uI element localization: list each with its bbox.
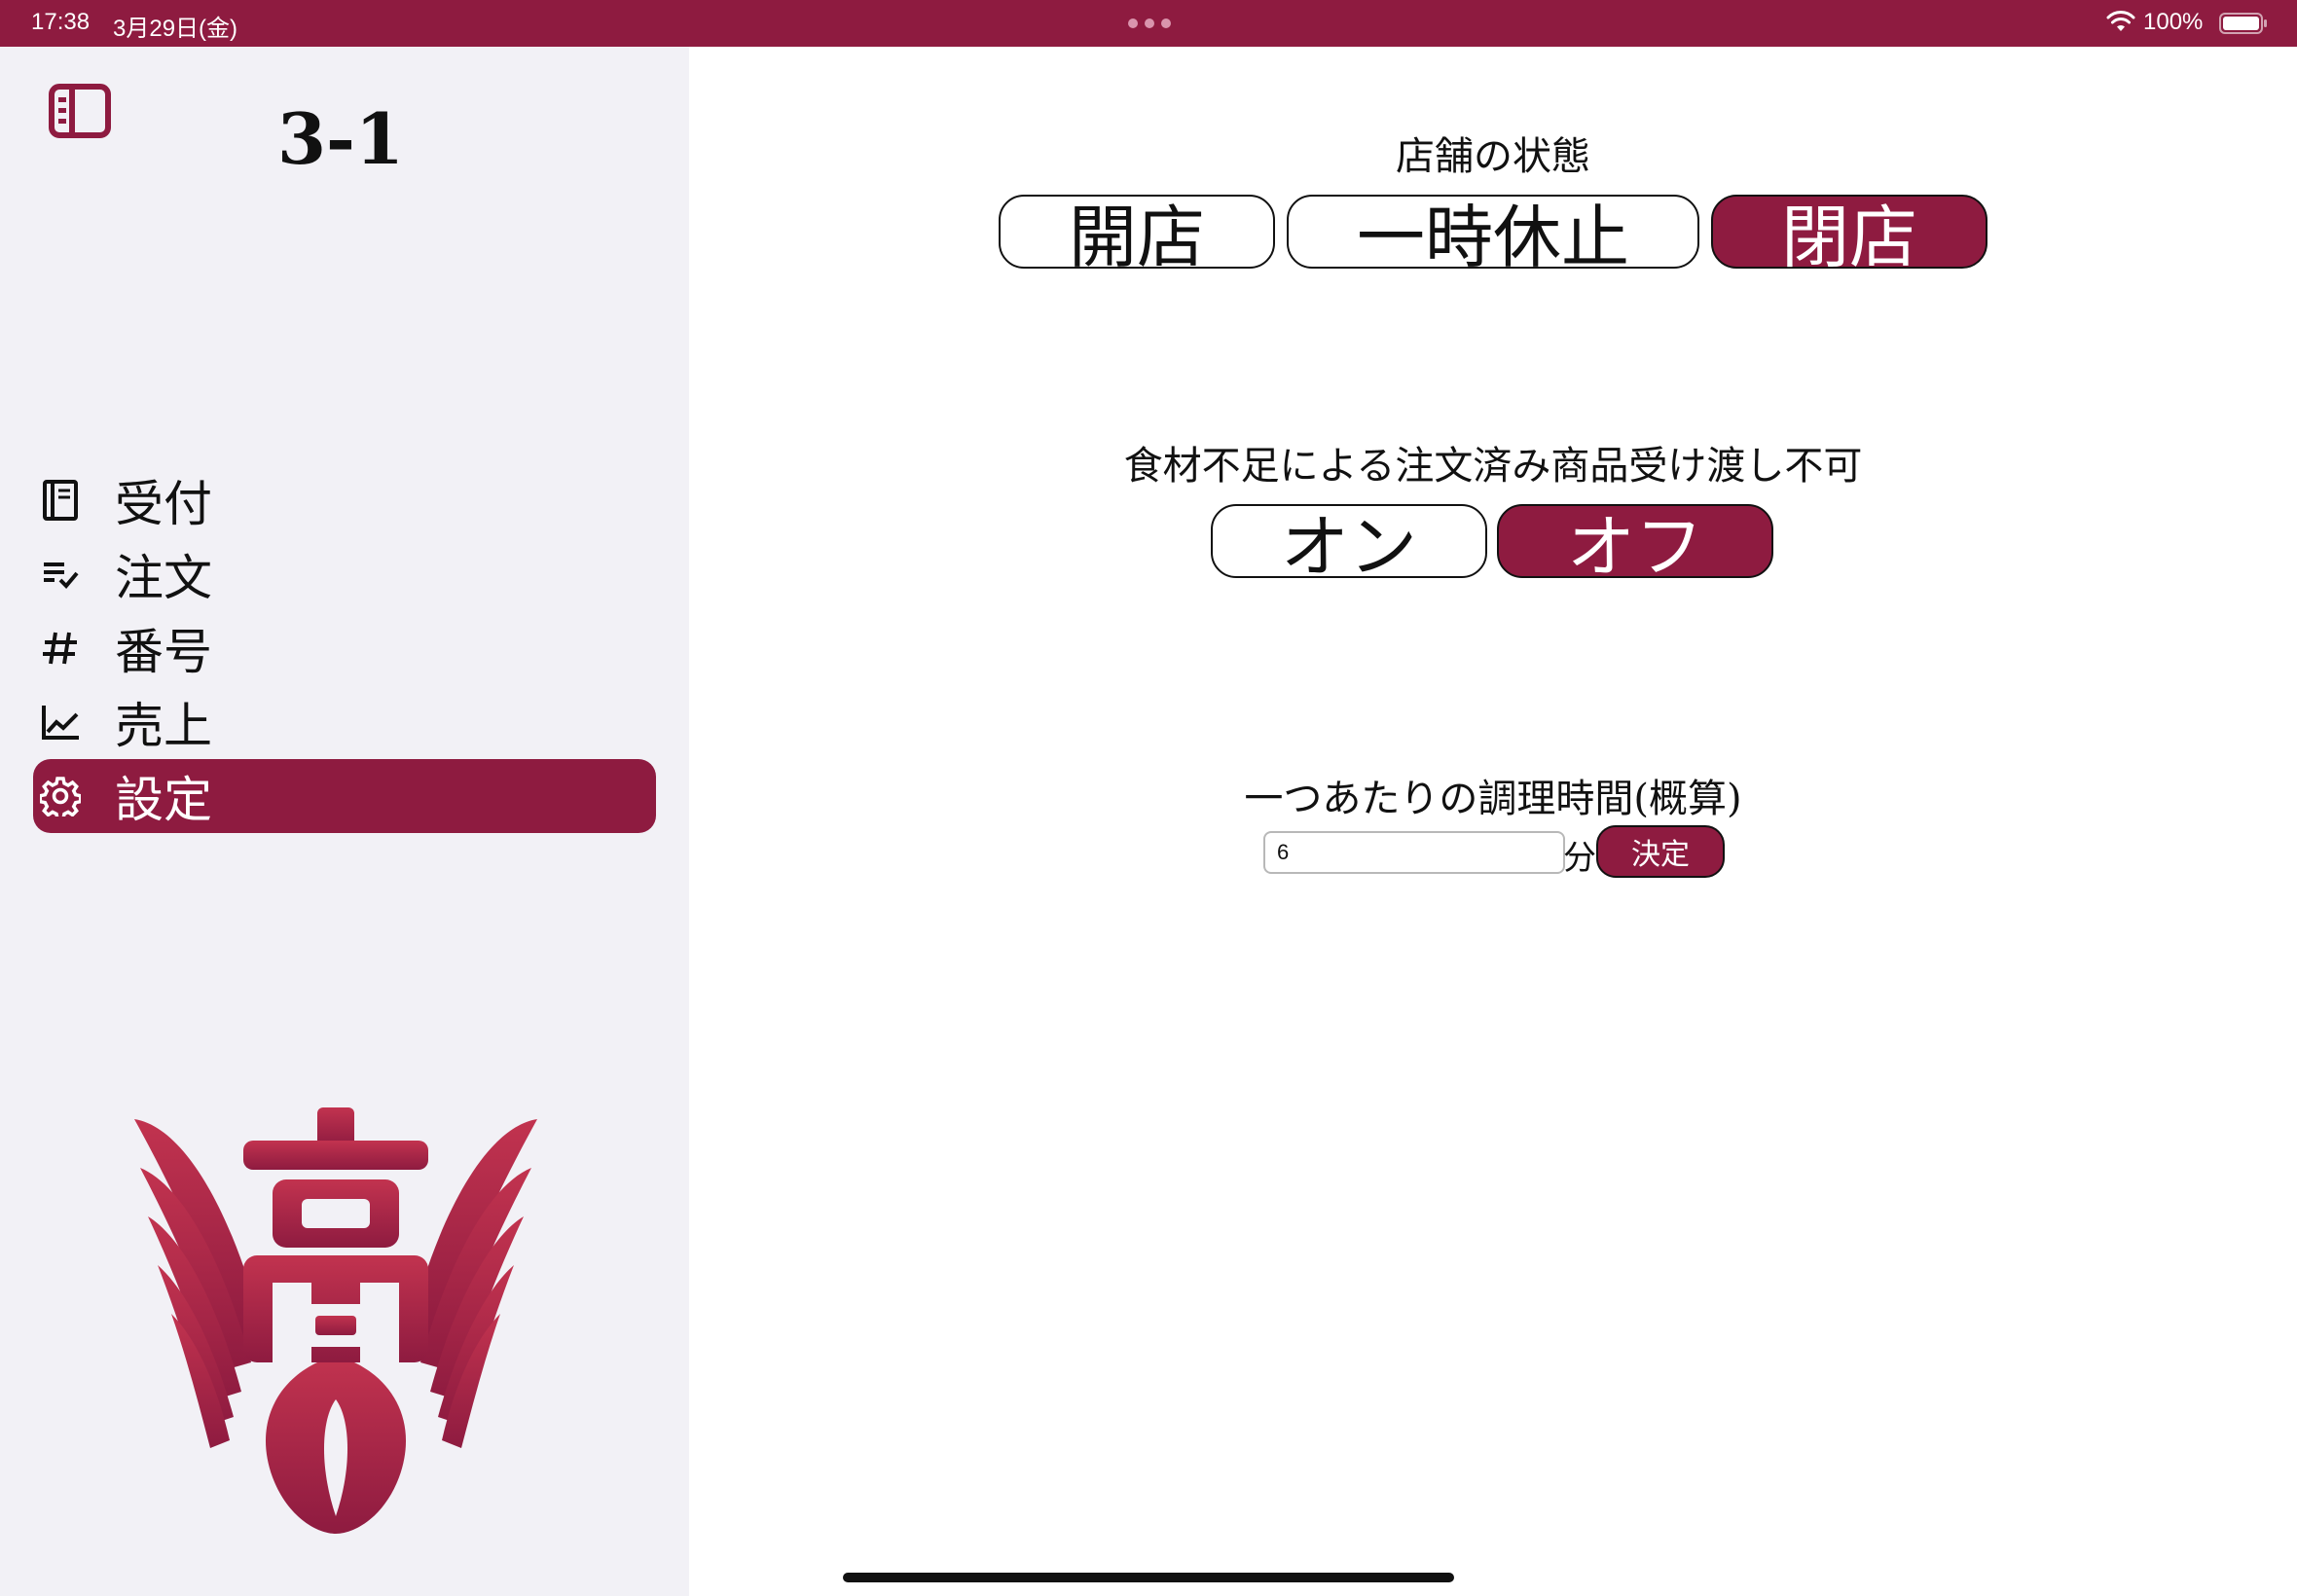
sidebar: 3-1 受付 注文 番号 売上 設定: [0, 47, 689, 1596]
sidebar-nav: 受付 注文 番号 売上 設定: [33, 463, 656, 833]
sidebar-item-label: 設定: [115, 772, 212, 828]
sidebar-item-number[interactable]: 番号: [33, 611, 656, 685]
list-check-icon: [37, 551, 84, 598]
sidebar-item-label: 注文: [115, 550, 212, 606]
sidebar-item-label: 売上: [115, 698, 212, 754]
status-time: 17:38: [31, 9, 91, 35]
store-open-button[interactable]: 開店: [999, 195, 1275, 277]
line-chart-icon: [37, 699, 84, 745]
cook-time-input[interactable]: 6: [1263, 831, 1565, 874]
battery-icon: [2219, 13, 2267, 34]
store-pause-button[interactable]: 一時休止: [1287, 195, 1699, 277]
cook-time-label: 一つあたりの調理時間(概算): [1244, 777, 1742, 821]
sidebar-item-label: 受付: [115, 476, 212, 532]
sidebar-item-orders[interactable]: 注文: [33, 537, 656, 611]
sidebar-item-reception[interactable]: 受付: [33, 463, 656, 537]
school-crest-logo: [134, 1107, 537, 1534]
sidebar-item-settings[interactable]: 設定: [33, 759, 656, 833]
store-title: 3-1: [276, 97, 405, 180]
sidebar-item-label: 番号: [115, 624, 212, 680]
store-status-label: 店舗の状態: [1396, 134, 1590, 179]
store-closed-button[interactable]: 閉店: [1711, 195, 1987, 277]
cook-time-submit-button[interactable]: 決定: [1596, 825, 1725, 878]
shortage-label: 食材不足による注文済み商品受け渡し不可: [1123, 444, 1863, 489]
multitasking-dots-icon[interactable]: [1128, 18, 1171, 28]
shortage-on-button[interactable]: オン: [1211, 504, 1487, 587]
shortage-off-button[interactable]: オフ: [1497, 504, 1773, 587]
wifi-icon: [2106, 11, 2135, 31]
settings-panel: 店舗の状態 開店 一時休止 閉店 食材不足による注文済み商品受け渡し不可 オン …: [689, 47, 2297, 1596]
status-bar: 17:38 3月29日(金) 100%: [0, 0, 2297, 47]
gear-icon: [37, 773, 84, 819]
battery-percent: 100%: [2143, 9, 2204, 35]
book-icon: [37, 477, 84, 524]
home-indicator[interactable]: [843, 1573, 1454, 1582]
cook-time-unit: 分: [1563, 839, 1596, 878]
status-date: 3月29日(金): [113, 16, 238, 42]
hash-icon: [37, 625, 84, 671]
sidebar-item-sales[interactable]: 売上: [33, 685, 656, 759]
sidebar-toggle-icon[interactable]: [49, 84, 111, 138]
